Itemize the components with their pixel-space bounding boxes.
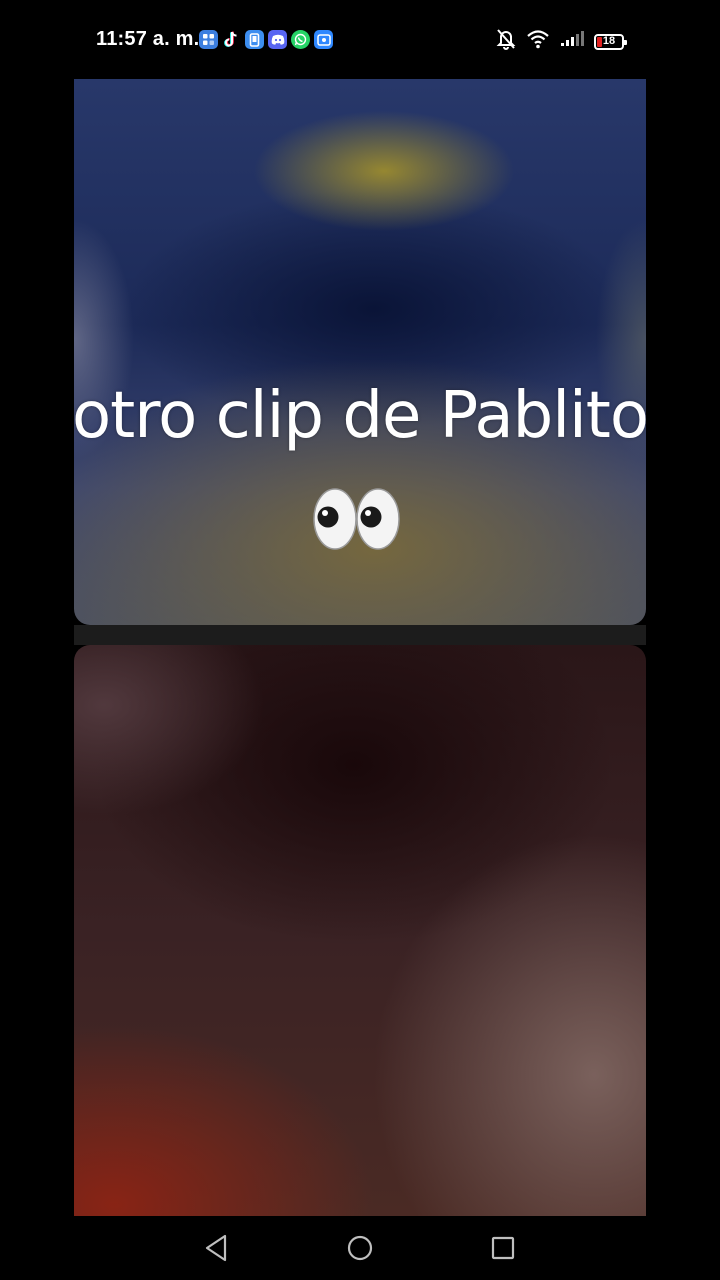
bell-off-icon bbox=[496, 28, 516, 55]
notification-icons bbox=[199, 30, 333, 49]
battery-level: 18 bbox=[602, 35, 616, 47]
discord-icon bbox=[268, 30, 287, 49]
status-time: 11:57 a. m. bbox=[96, 28, 200, 50]
video-caption: otro clip de Pablito bbox=[71, 379, 649, 453]
battery-fill bbox=[597, 36, 602, 47]
system-icons: 18 bbox=[496, 28, 627, 55]
app-store-icon bbox=[199, 30, 218, 49]
bottom-video-panel[interactable] bbox=[74, 645, 646, 1216]
status-bar: 11:57 a. m. 18 bbox=[0, 0, 720, 78]
back-button[interactable] bbox=[200, 1232, 232, 1264]
whatsapp-icon bbox=[291, 30, 310, 49]
screen: 11:57 a. m. 18 otro clip de Pablito bbox=[0, 0, 720, 1280]
recents-square-icon bbox=[491, 1236, 515, 1260]
home-circle-icon bbox=[347, 1235, 373, 1261]
navigation-bar bbox=[0, 1216, 720, 1280]
battery-icon: 18 bbox=[594, 33, 627, 50]
recents-button[interactable] bbox=[487, 1232, 519, 1264]
wifi-icon bbox=[526, 29, 550, 54]
signal-icon bbox=[560, 31, 584, 52]
home-button[interactable] bbox=[344, 1232, 376, 1264]
eyes-emoji-icon bbox=[312, 486, 402, 552]
back-triangle-icon bbox=[205, 1234, 227, 1262]
phone-manager-icon bbox=[245, 30, 264, 49]
screen-recorder-icon bbox=[314, 30, 333, 49]
panel-divider bbox=[74, 625, 646, 645]
tiktok-icon bbox=[222, 30, 241, 49]
